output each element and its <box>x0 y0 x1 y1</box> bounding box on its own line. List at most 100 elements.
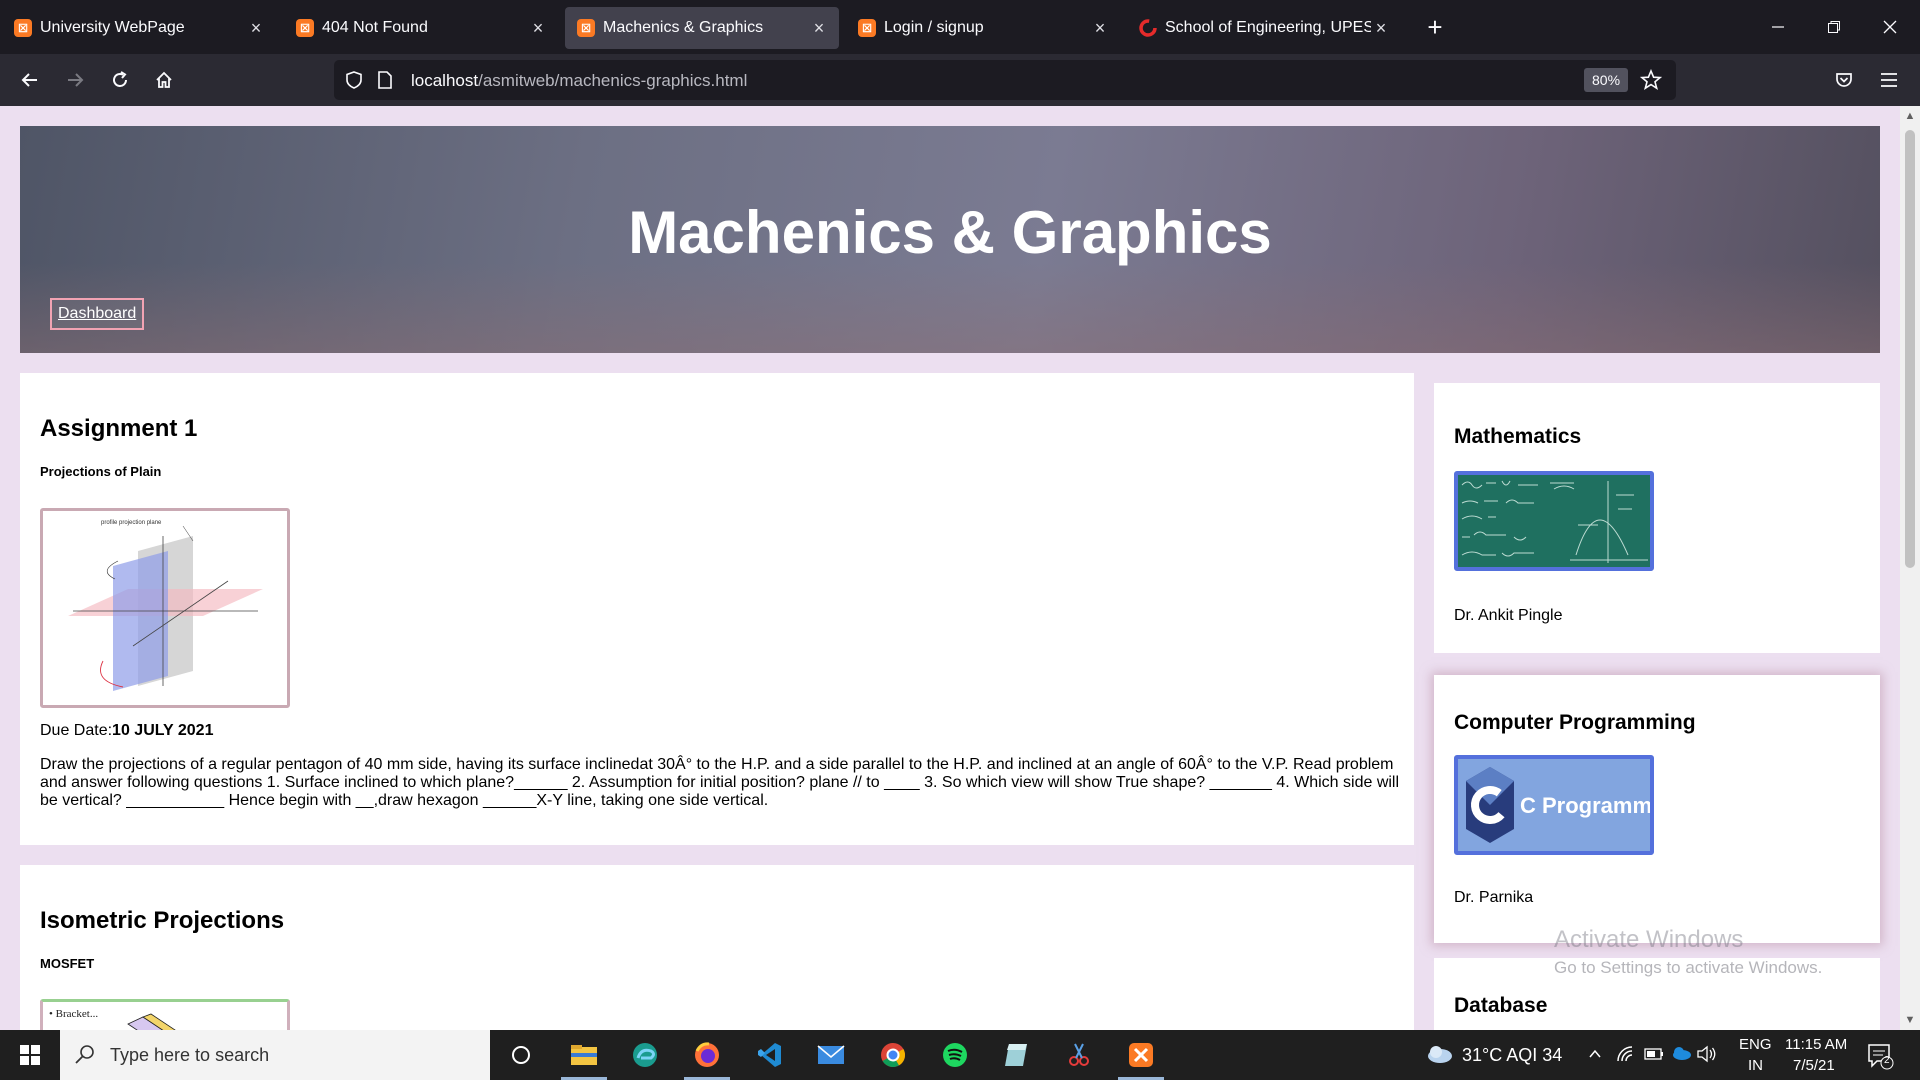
tab-404-not-found[interactable]: ☒ 404 Not Found × <box>284 7 558 49</box>
subject-name: Mathematics <box>1454 425 1582 448</box>
weather-text[interactable]: 31°C AQI 34 <box>1462 1045 1562 1066</box>
close-tab-icon[interactable]: × <box>1371 18 1391 39</box>
page-scrollbar[interactable]: ▲ ▼ <box>1900 106 1920 1030</box>
firefox-icon[interactable] <box>676 1030 738 1080</box>
xampp-icon: ☒ <box>14 19 32 37</box>
hamburger-menu-icon[interactable] <box>1873 64 1905 96</box>
mail-icon[interactable] <box>800 1030 862 1080</box>
restore-icon[interactable] <box>1816 10 1852 44</box>
professor-name: Dr. Ankit Pingle <box>1454 607 1563 624</box>
xampp-taskbar-icon[interactable] <box>1110 1030 1172 1080</box>
close-tab-icon[interactable]: × <box>528 18 548 39</box>
clock-date[interactable]: 7/5/21 <box>1793 1057 1835 1074</box>
activation-watermark-title: Activate Windows <box>1554 926 1744 953</box>
clock-time[interactable]: 11:15 AM <box>1785 1036 1847 1053</box>
back-arrow-icon[interactable] <box>14 64 46 96</box>
reload-icon[interactable] <box>104 64 136 96</box>
weather-cloud-icon[interactable] <box>1424 1042 1454 1071</box>
scroll-up-arrow-icon[interactable]: ▲ <box>1900 106 1920 126</box>
tab-title: University WebPage <box>40 19 185 36</box>
scroll-down-arrow-icon[interactable]: ▼ <box>1900 1010 1920 1030</box>
dashboard-button[interactable]: Dashboard <box>50 298 145 330</box>
tab-login-signup[interactable]: ☒ Login / signup × <box>846 7 1120 49</box>
taskbar-search-box[interactable]: Type here to search <box>60 1030 490 1080</box>
tab-title: 404 Not Found <box>322 19 428 36</box>
edge-icon[interactable] <box>614 1030 676 1080</box>
page-title: Machenics & Graphics <box>628 199 1272 266</box>
language-indicator-line1[interactable]: ENG <box>1739 1036 1772 1053</box>
mathematics-thumbnail[interactable] <box>1454 471 1654 571</box>
notification-count: 2 <box>1884 1055 1890 1066</box>
windows-start-icon[interactable] <box>0 1030 60 1080</box>
zoom-level-button[interactable]: 80% <box>1584 68 1629 92</box>
show-hidden-icons-chevron-icon[interactable] <box>1588 1047 1602 1066</box>
close-tab-icon[interactable]: × <box>809 18 829 39</box>
c-programming-label: C Programming <box>1520 793 1650 818</box>
spotify-icon[interactable] <box>924 1030 986 1080</box>
chalkboard-image <box>1458 475 1650 567</box>
close-tab-icon[interactable]: × <box>1090 18 1110 39</box>
snipping-tool-icon[interactable] <box>1048 1030 1110 1080</box>
volume-icon[interactable] <box>1696 1045 1718 1068</box>
navigation-toolbar: localhost/asmitweb/machenics-graphics.ht… <box>0 54 1920 106</box>
page-icon[interactable] <box>376 70 394 95</box>
bookmark-star-icon[interactable] <box>1639 68 1663 96</box>
url-host: localhost <box>411 71 479 90</box>
onedrive-cloud-icon[interactable] <box>1670 1045 1692 1066</box>
file-explorer-icon[interactable] <box>553 1030 615 1080</box>
upes-icon <box>1139 19 1157 37</box>
chrome-icon[interactable] <box>862 1030 924 1080</box>
subject-card-mathematics[interactable]: Mathematics Dr. Ankit Pingle <box>1434 383 1880 653</box>
wifi-icon[interactable] <box>1616 1045 1634 1068</box>
new-tab-button[interactable]: + <box>1420 12 1450 42</box>
xampp-icon: ☒ <box>858 19 876 37</box>
page-viewport: Machenics & Graphics Dashboard Assignmen… <box>0 106 1900 1030</box>
assignment-card: Assignment 1 Projections of Plain profil… <box>20 373 1414 845</box>
pocket-icon[interactable] <box>1828 64 1860 96</box>
battery-icon[interactable] <box>1644 1046 1664 1067</box>
assignment-image[interactable]: profile projection plane <box>40 508 290 708</box>
subject-name: Database <box>1454 994 1548 1017</box>
tab-upes[interactable]: School of Engineering, UPES De × <box>1127 7 1401 49</box>
close-window-icon[interactable] <box>1872 10 1908 44</box>
assignment-subtitle: Projections of Plain <box>40 464 162 479</box>
assignment-subtitle: MOSFET <box>40 956 95 971</box>
vscode-icon[interactable] <box>738 1030 800 1080</box>
minimize-icon[interactable] <box>1760 10 1796 44</box>
tab-machenics-graphics[interactable]: ☒ Machenics & Graphics × <box>565 7 839 49</box>
home-icon[interactable] <box>148 64 180 96</box>
shield-icon[interactable] <box>344 70 364 95</box>
due-date-label: Due Date: <box>40 722 113 739</box>
tab-title: Login / signup <box>884 19 984 36</box>
tab-university-webpage[interactable]: ☒ University WebPage × <box>2 7 276 49</box>
assignment-image[interactable]: • Bracket... <box>40 999 290 1030</box>
notification-center-icon[interactable]: 2 <box>1866 1042 1896 1075</box>
assignment-description: Draw the projections of a regular pentag… <box>40 756 1400 809</box>
url-path: /asmitweb/machenics-graphics.html <box>478 71 748 90</box>
c-logo-icon: C Programming <box>1458 759 1650 851</box>
subject-card-computer-programming[interactable]: Computer Programming C Programming Dr. P… <box>1434 675 1880 943</box>
language-indicator-line2[interactable]: IN <box>1748 1057 1763 1074</box>
windows-taskbar: Type here to search 31°C AQI 34 ENG IN 1… <box>0 1030 1920 1080</box>
search-icon <box>75 1045 94 1064</box>
tab-title: School of Engineering, UPES De <box>1165 19 1371 36</box>
assignment-title: Assignment 1 <box>40 415 198 442</box>
notes-app-icon[interactable] <box>986 1030 1048 1080</box>
tab-bar: ☒ University WebPage × ☒ 404 Not Found ×… <box>0 0 1920 54</box>
tab-title: Machenics & Graphics <box>603 19 764 36</box>
due-date: Due Date:10 JULY 2021 <box>40 722 213 740</box>
c-programming-thumbnail[interactable]: C Programming <box>1454 755 1654 855</box>
assignment-title: Isometric Projections <box>40 907 285 934</box>
bracket-diagram <box>127 1013 176 1030</box>
professor-name: Dr. Parnika <box>1454 889 1534 906</box>
cortana-icon[interactable] <box>490 1030 552 1080</box>
scroll-thumb[interactable] <box>1905 130 1915 568</box>
page-header-banner: Machenics & Graphics Dashboard <box>20 126 1880 353</box>
forward-arrow-icon[interactable] <box>59 64 91 96</box>
diagram-label: profile projection plane <box>101 520 162 526</box>
close-tab-icon[interactable]: × <box>246 18 266 39</box>
url-text[interactable]: localhost/asmitweb/machenics-graphics.ht… <box>411 71 747 91</box>
due-date-value: 10 JULY 2021 <box>112 722 214 739</box>
url-bar[interactable]: localhost/asmitweb/machenics-graphics.ht… <box>334 60 1676 100</box>
projection-diagram: profile projection plane <box>43 511 287 705</box>
